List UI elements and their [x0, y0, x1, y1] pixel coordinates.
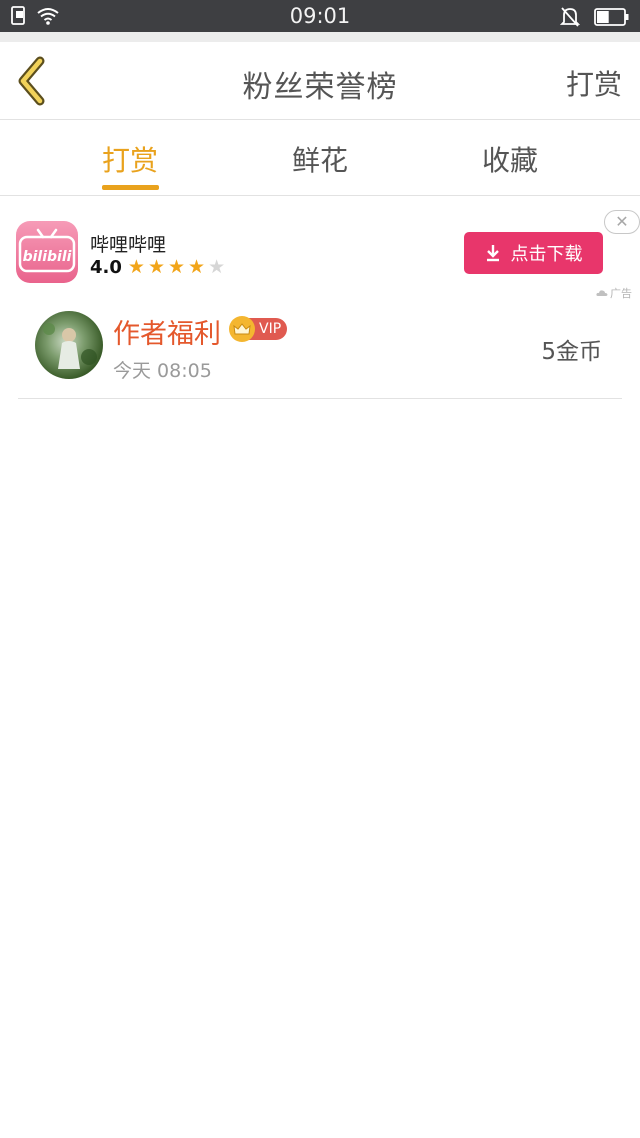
reward-amount: 5金币	[541, 339, 602, 365]
bilibili-logo: bilibili	[18, 228, 76, 273]
download-button[interactable]: 点击下载	[464, 232, 603, 274]
ad-rating-value: 4.0	[90, 257, 122, 278]
star-icon: ★	[127, 256, 145, 278]
title-bar: 粉丝荣誉榜 打赏	[0, 42, 640, 120]
crown-icon	[229, 315, 255, 342]
avatar[interactable]	[35, 311, 103, 379]
tab-bar: 打赏 鲜花 收藏	[0, 121, 640, 196]
vip-badge: VIP	[229, 315, 288, 342]
avatar-image	[43, 323, 97, 369]
battery-icon	[594, 8, 629, 26]
star-icon: ★	[208, 256, 226, 278]
status-bar: 09:01	[0, 0, 640, 32]
star-icon: ★	[167, 256, 186, 278]
bilibili-app-icon: bilibili	[16, 221, 78, 283]
cloud-icon	[596, 290, 608, 296]
mute-bell-icon	[560, 7, 580, 27]
reward-user-name[interactable]: 作者福利	[113, 312, 221, 351]
ad-tag-label: 广告	[610, 287, 632, 300]
ad-app-name: 哔哩哔哩	[90, 234, 167, 256]
tab-favorites[interactable]: 收藏	[450, 139, 570, 179]
page-title: 粉丝荣誉榜	[242, 70, 398, 105]
close-ad-button[interactable]: ✕	[604, 210, 640, 234]
ad-banner[interactable]: bilibili 哔哩哔哩 4.0 ★ ★ ★ ★ ★ 点击下载 ✕ 广告	[0, 197, 640, 302]
status-right-icons	[560, 6, 630, 28]
download-button-label: 点击下载	[510, 244, 583, 265]
reward-list-item[interactable]: 作者福利 VIP 今天 08:05 5金币	[18, 302, 622, 399]
ad-rating: 4.0 ★ ★ ★ ★ ★	[90, 257, 225, 278]
star-icon: ★	[188, 256, 206, 278]
status-time: 09:01	[289, 4, 351, 28]
ad-tag: 广告	[596, 285, 632, 301]
tab-reward[interactable]: 打赏	[70, 139, 190, 179]
star-icon: ★	[147, 256, 165, 278]
tab-flowers[interactable]: 鲜花	[260, 139, 380, 179]
reward-action-button[interactable]: 打赏	[566, 63, 622, 103]
rating-stars: ★ ★ ★ ★ ★	[128, 258, 225, 277]
download-icon	[486, 245, 499, 262]
reward-time: 今天 08:05	[113, 360, 212, 382]
close-icon: ✕	[615, 212, 629, 231]
top-spacer	[0, 32, 640, 42]
tab-active-indicator	[102, 185, 159, 190]
bilibili-logo-text: bilibili	[23, 249, 72, 265]
